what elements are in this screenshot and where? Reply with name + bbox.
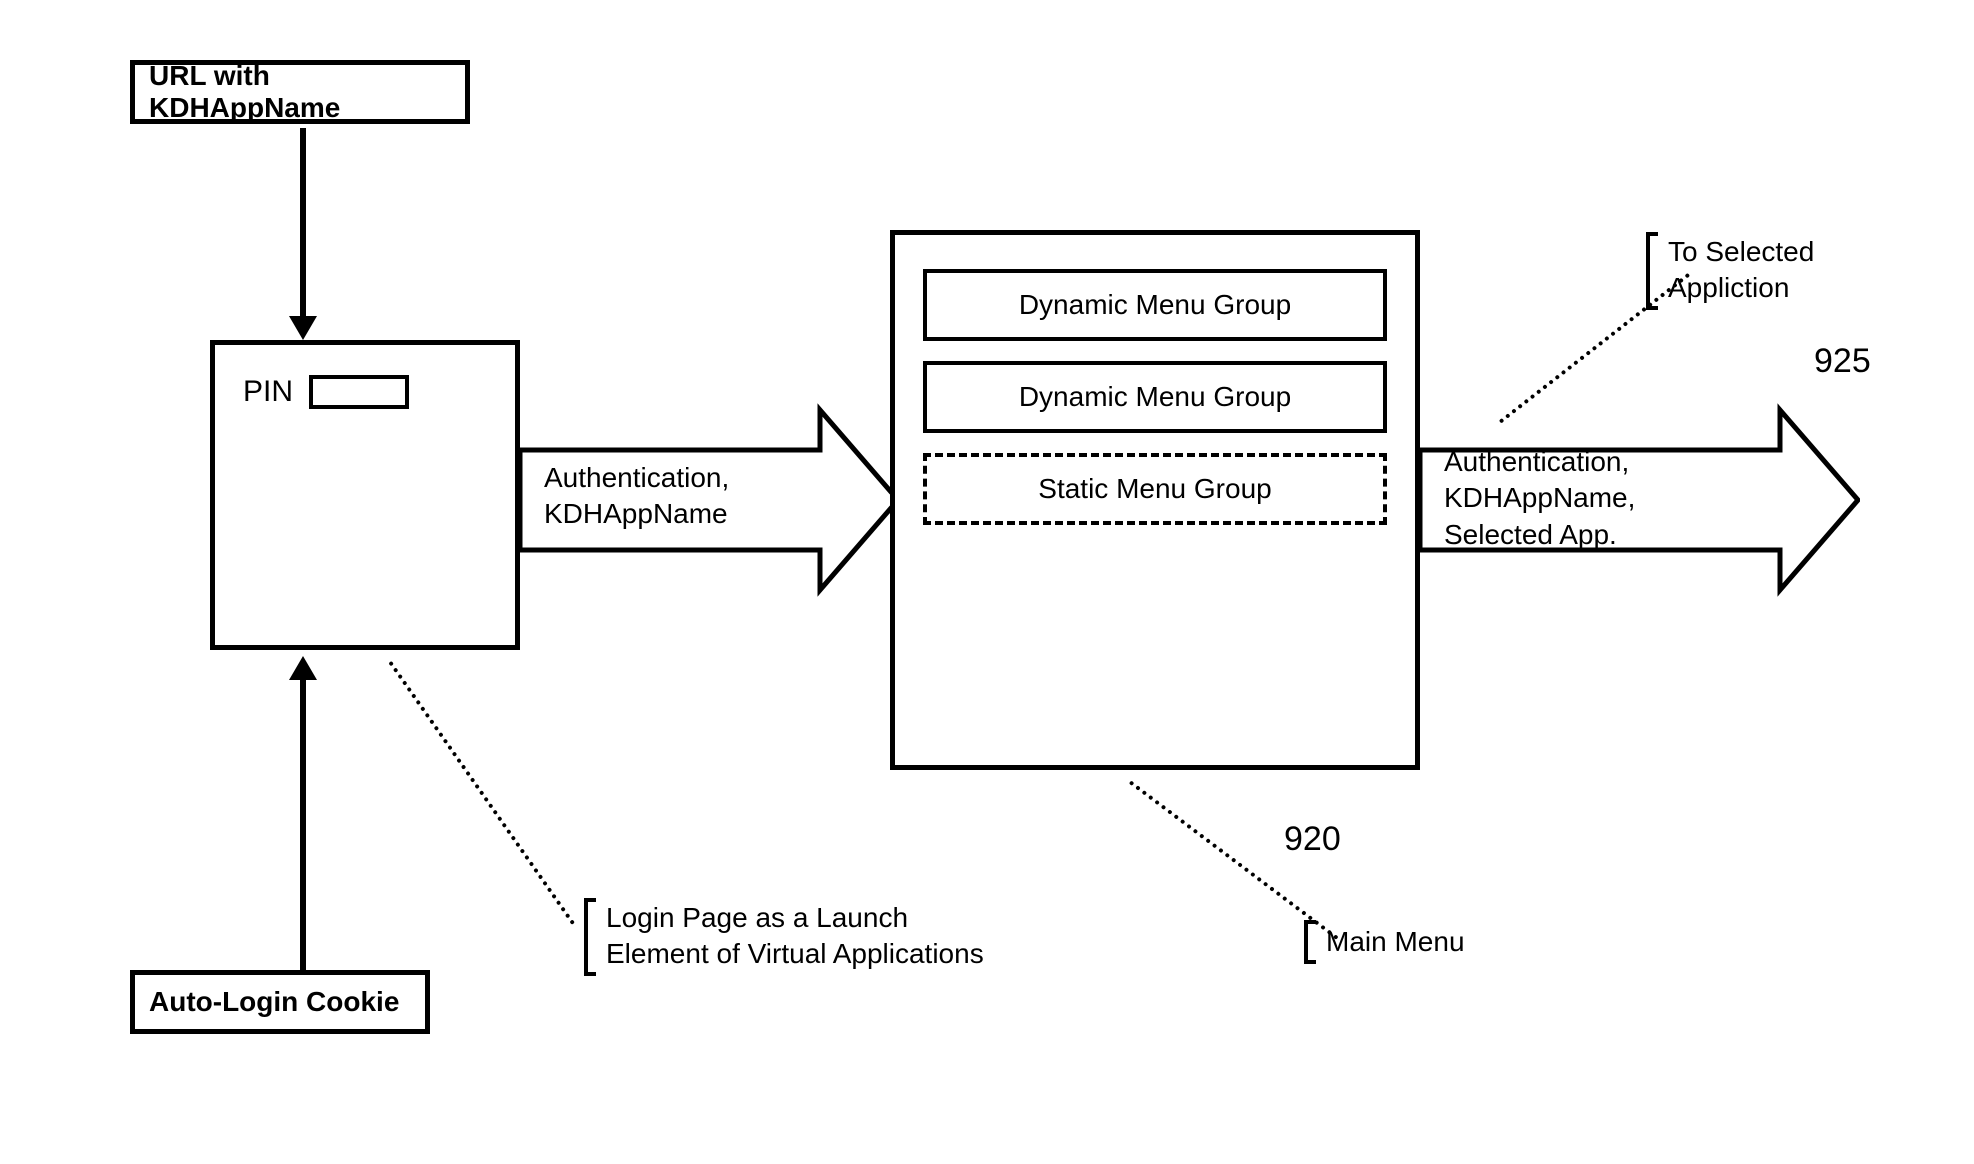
url-box: URL with KDHAppName — [130, 60, 470, 124]
arrow1-label: Authentication, KDHAppName — [544, 460, 804, 533]
pin-label: PIN — [243, 375, 293, 409]
pin-row: PIN — [243, 375, 409, 409]
arrow1-l2: KDHAppName — [544, 496, 804, 532]
mainmenu-annotation: Main Menu — [1326, 924, 1465, 960]
login-annotation: Login Page as a Launch Element of Virtua… — [606, 900, 984, 973]
arrow-cookie-to-pin-line — [300, 680, 306, 970]
bracket-login — [584, 898, 596, 976]
pin-box: PIN — [210, 340, 520, 650]
arrow2-l1: Authentication, — [1444, 444, 1744, 480]
main-menu-box: Dynamic Menu Group Dynamic Menu Group St… — [890, 230, 1420, 770]
ref-920: 920 — [1284, 820, 1341, 859]
ref-925: 925 — [1814, 342, 1871, 381]
tosel-l1: To Selected — [1668, 234, 1814, 270]
tosel-annotation: To Selected Appliction — [1668, 234, 1814, 307]
pin-input-rect — [309, 375, 409, 409]
arrow-url-to-pin-head — [289, 316, 317, 340]
arrow-url-to-pin-line — [300, 128, 306, 318]
dotted-mainmenu — [1129, 780, 1339, 940]
menu-item-1: Dynamic Menu Group — [923, 269, 1387, 341]
cookie-text: Auto-Login Cookie — [149, 986, 399, 1018]
dotted-login — [388, 661, 575, 925]
bracket-mainmenu — [1304, 920, 1316, 964]
login-l2: Element of Virtual Applications — [606, 936, 984, 972]
bracket-tosel — [1646, 232, 1658, 310]
tosel-l2: Appliction — [1668, 270, 1814, 306]
url-text: URL with KDHAppName — [149, 60, 451, 124]
arrow2-label: Authentication, KDHAppName, Selected App… — [1444, 444, 1744, 553]
menu-item-3: Static Menu Group — [923, 453, 1387, 525]
mainmenu-text: Main Menu — [1326, 926, 1465, 957]
login-l1: Login Page as a Launch — [606, 900, 984, 936]
arrow-cookie-to-pin-head — [289, 656, 317, 680]
arrow2-l3: Selected App. — [1444, 517, 1744, 553]
cookie-box: Auto-Login Cookie — [130, 970, 430, 1034]
arrow1-l1: Authentication, — [544, 460, 804, 496]
menu-item-2: Dynamic Menu Group — [923, 361, 1387, 433]
arrow2-l2: KDHAppName, — [1444, 480, 1744, 516]
